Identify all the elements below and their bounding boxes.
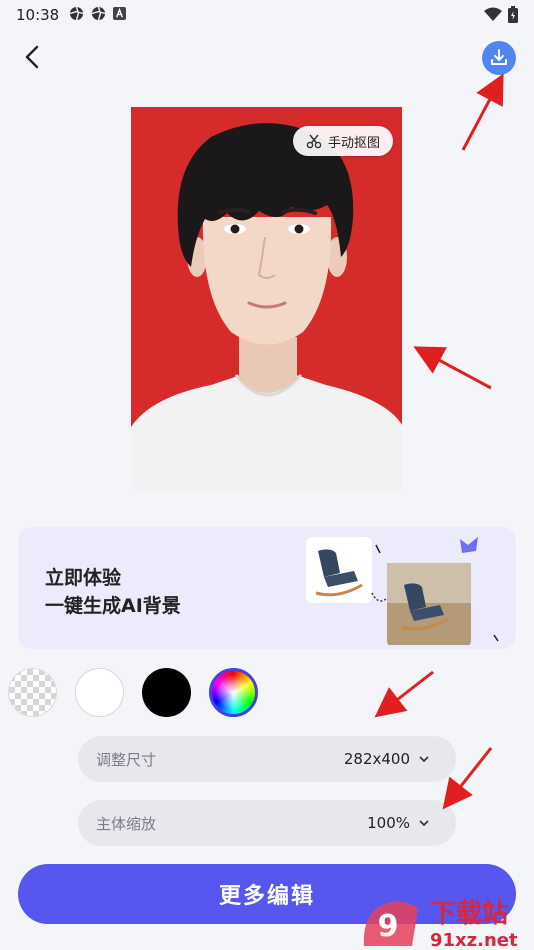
scale-select-label: 主体缩放 bbox=[96, 814, 157, 833]
subject-scale-select[interactable]: 主体缩放 100% bbox=[78, 800, 456, 846]
banner-subtitle: 一键生成AI背景 bbox=[45, 595, 181, 617]
chevron-left-icon bbox=[25, 45, 39, 69]
manual-cutout-button[interactable]: 手动抠图 bbox=[293, 126, 393, 156]
download-icon bbox=[491, 49, 507, 65]
chevron-down-icon bbox=[419, 756, 429, 763]
watermark-logo: 9 下载站 91xz.net bbox=[363, 899, 518, 950]
swatch-transparent[interactable] bbox=[8, 668, 57, 717]
aperture-icon bbox=[69, 6, 84, 25]
scale-select-value: 100% bbox=[367, 814, 410, 832]
status-bar: 10:38 bbox=[0, 0, 534, 30]
chevron-down-icon bbox=[419, 820, 429, 827]
back-button[interactable] bbox=[18, 42, 48, 72]
watermark-url: 91xz.net bbox=[430, 930, 518, 950]
svg-text:9: 9 bbox=[378, 909, 399, 944]
battery-icon bbox=[508, 6, 518, 27]
size-select-value: 282x400 bbox=[343, 750, 410, 768]
wifi-icon bbox=[484, 7, 502, 26]
swatch-black[interactable] bbox=[142, 668, 191, 717]
swatch-custom-color[interactable] bbox=[209, 668, 258, 717]
size-select[interactable]: 调整尺寸 282x400 bbox=[78, 736, 456, 782]
size-select-label: 调整尺寸 bbox=[96, 750, 157, 769]
swatch-white[interactable] bbox=[75, 668, 124, 717]
status-time: 10:38 bbox=[16, 6, 60, 24]
site-watermark: 9 下载站 91xz.net bbox=[360, 888, 534, 950]
id-photo-preview[interactable] bbox=[131, 107, 402, 490]
aperture-icon bbox=[91, 6, 106, 25]
download-button[interactable] bbox=[482, 41, 516, 75]
banner-illustration bbox=[306, 537, 499, 645]
ai-background-banner[interactable]: 立即体验 一键生成AI背景 bbox=[18, 527, 516, 649]
watermark-logo-text: 下载站 bbox=[430, 899, 508, 929]
scissors-icon bbox=[306, 134, 322, 149]
a-box-icon bbox=[113, 6, 127, 24]
portrait-image bbox=[131, 107, 402, 490]
manual-cutout-label: 手动抠图 bbox=[327, 135, 380, 151]
banner-title: 立即体验 bbox=[45, 567, 122, 589]
